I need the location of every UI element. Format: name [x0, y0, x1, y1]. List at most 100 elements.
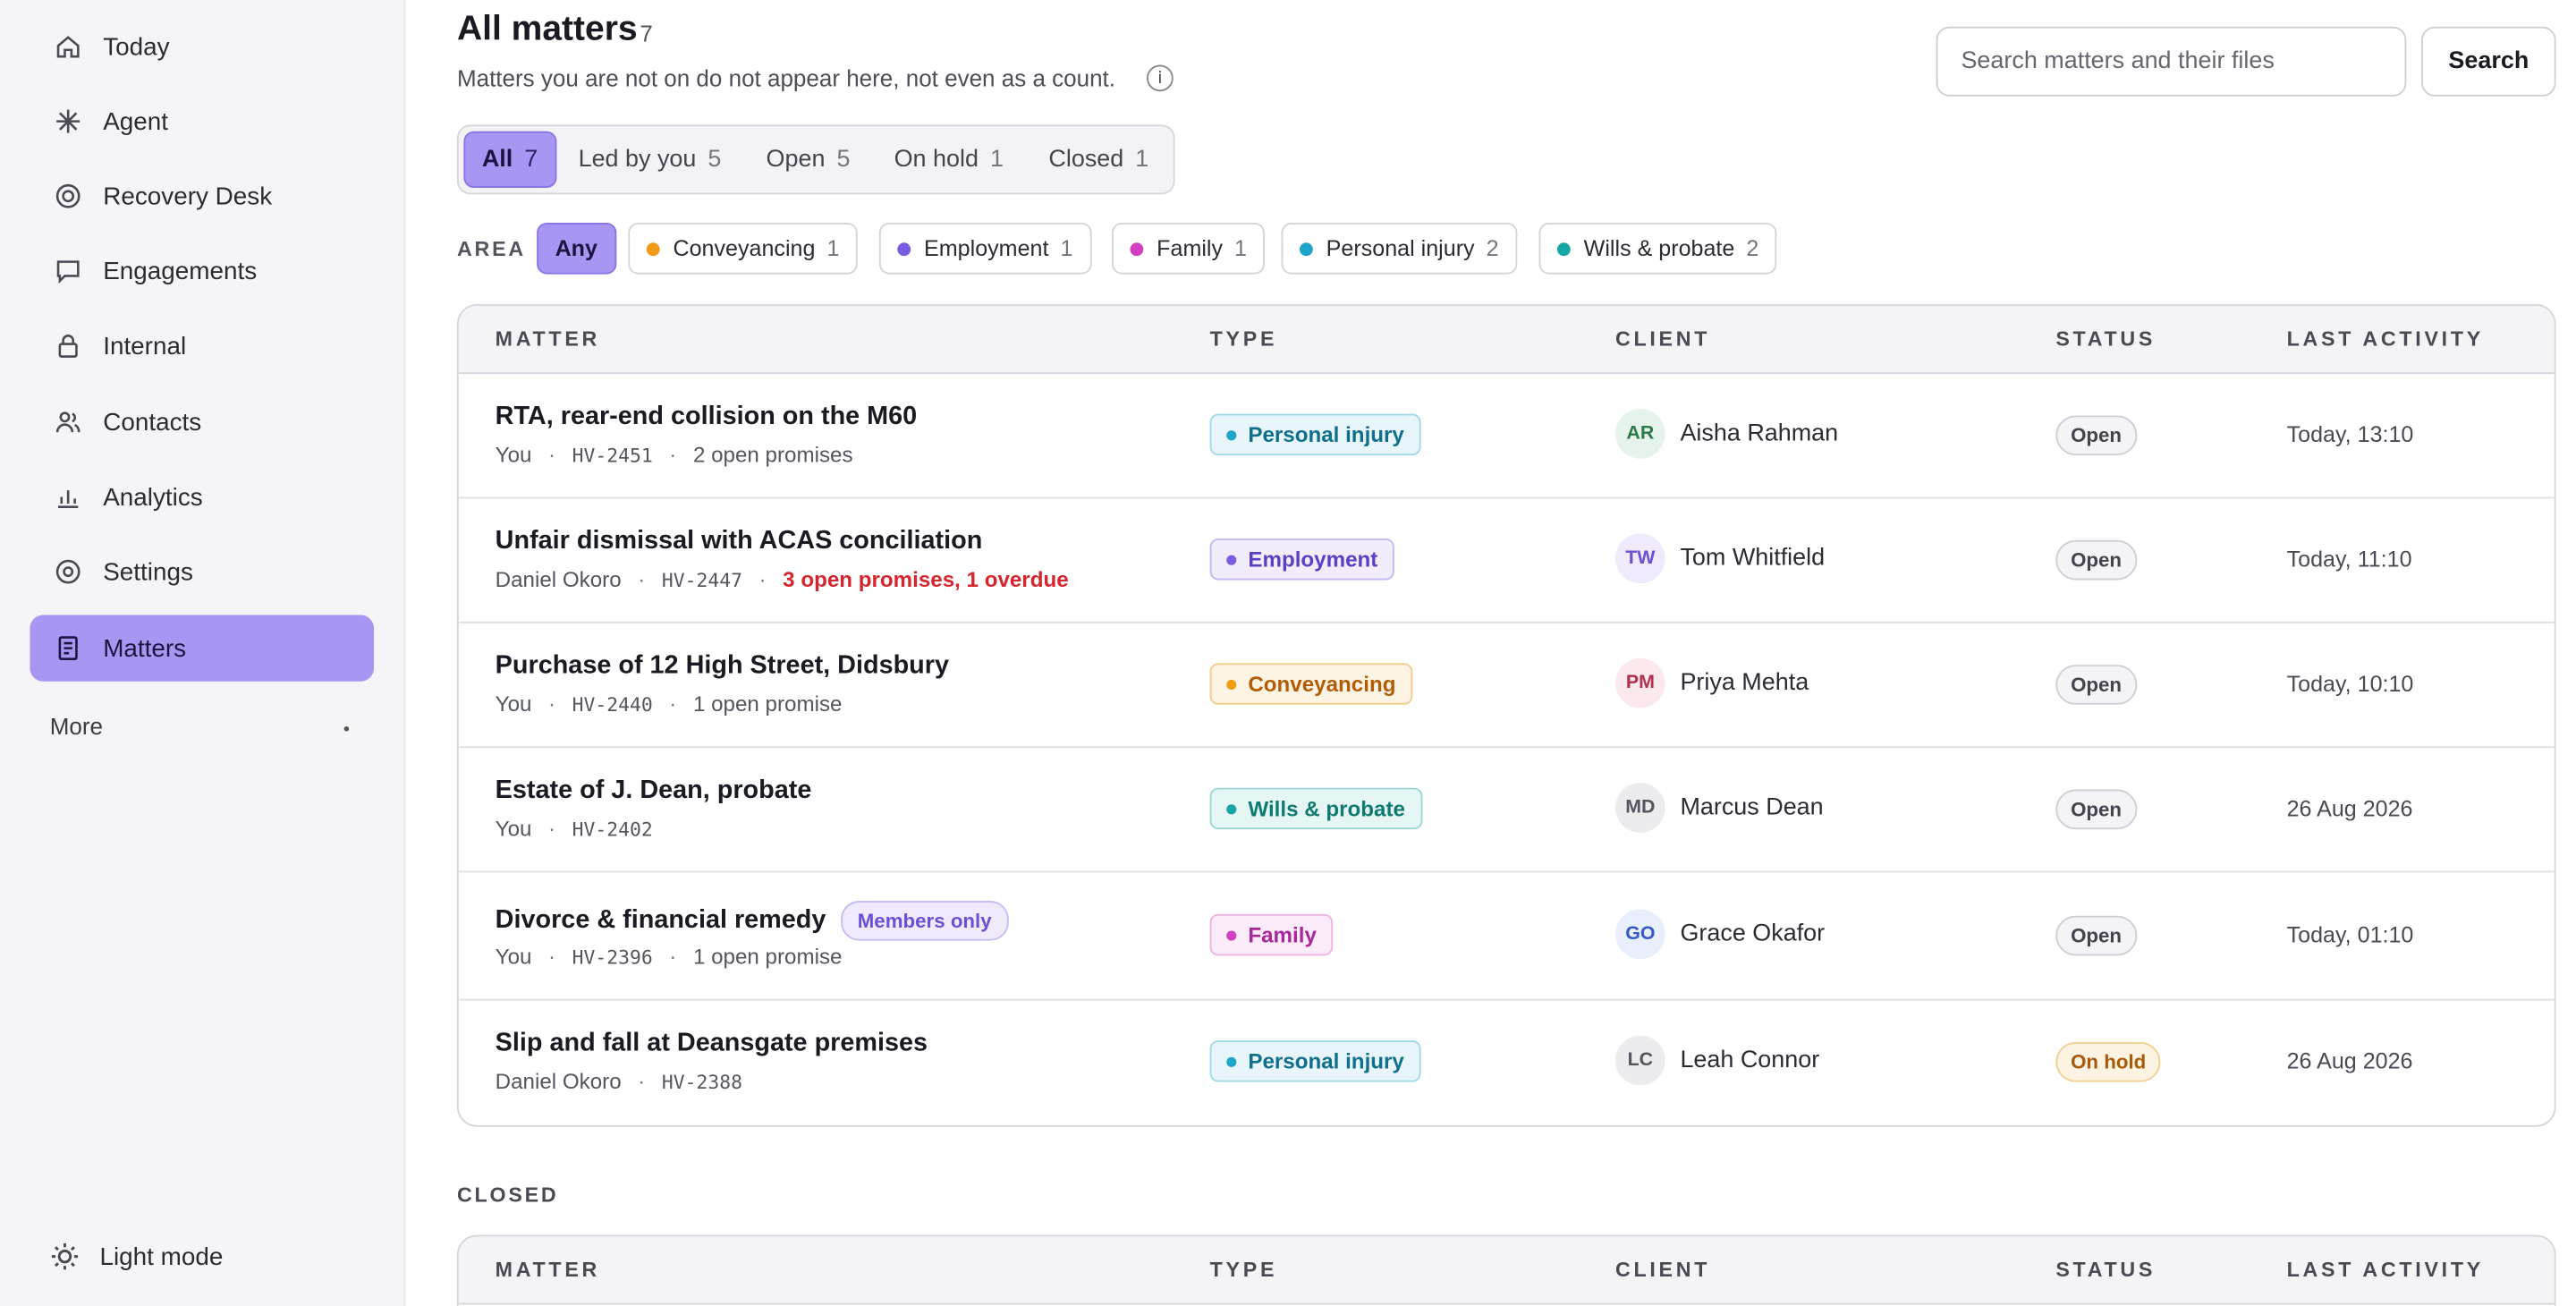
- avatar: TW: [1614, 533, 1665, 584]
- matter-title[interactable]: Unfair dismissal with ACAS conciliation: [496, 527, 983, 556]
- members-only-badge: Members only: [841, 901, 1009, 941]
- sidebar-item-contacts[interactable]: Contacts: [30, 389, 374, 455]
- chip-label: Family: [1157, 235, 1224, 261]
- sidebar-item-analytics[interactable]: Analytics: [30, 463, 374, 530]
- matter-meta: Daniel Okoro · HV-2388: [495, 1068, 742, 1094]
- area-chip-any[interactable]: Any: [537, 222, 616, 275]
- table-row[interactable]: Divorce & financial remedy Members only …: [458, 872, 2555, 1001]
- area-color-dot-icon: [897, 242, 911, 256]
- matter-code: HV-2451: [572, 443, 653, 467]
- chip-count: 1: [1234, 235, 1247, 261]
- type-badge: Employment: [1209, 538, 1394, 581]
- type-badge: Personal injury: [1209, 413, 1421, 456]
- table-row[interactable]: Estate of J. Dean, probate You · HV-2402 W…: [458, 748, 2555, 873]
- matter-lead: Daniel Okoro: [495, 1068, 622, 1094]
- area-filter-label: AREA: [456, 237, 526, 261]
- tab-closed[interactable]: Closed 1: [1032, 131, 1165, 188]
- home-icon: [53, 31, 82, 61]
- type-badge: Family: [1209, 913, 1334, 956]
- client-name[interactable]: Tom Whitfield: [1680, 545, 1825, 572]
- search-button[interactable]: Search: [2421, 26, 2556, 97]
- area-chip-conveyancing[interactable]: Conveyancing 1: [628, 222, 858, 275]
- sidebar-item-agent[interactable]: Agent: [30, 88, 374, 154]
- area-chip-employment[interactable]: Employment 1: [878, 222, 1091, 275]
- table-row[interactable]: RTA, rear-end collision on the M60 You · H…: [458, 374, 2555, 499]
- sidebar-item-matters[interactable]: Matters: [30, 615, 375, 682]
- area-chip-personal-injury[interactable]: Personal injury 2: [1281, 222, 1518, 275]
- area-chip-wills-probate[interactable]: Wills & probate 2: [1538, 222, 1777, 275]
- tab-label: Led by you: [578, 146, 697, 174]
- matter-code: HV-2440: [572, 691, 653, 716]
- matter-lead: You: [495, 944, 532, 970]
- area-color-dot-icon: [1130, 242, 1144, 256]
- table-header: MATTER TYPE CLIENT STATUS LAST ACTIVITY: [458, 1236, 2555, 1305]
- type-badge: Personal injury: [1209, 1040, 1421, 1082]
- matter-meta: You · HV-2440 · 1 open promise: [495, 691, 843, 717]
- table-row[interactable]: Slip and fall at Deansgate premises Dani…: [459, 1001, 2555, 1125]
- matter-title[interactable]: RTA, rear-end collision on the M60: [496, 403, 918, 432]
- status-badge: On hold: [2055, 1041, 2162, 1082]
- matter-title-text[interactable]: Divorce & financial remedy: [496, 906, 826, 936]
- matter-lead: You: [495, 816, 532, 842]
- column-header-client[interactable]: CLIENT: [1615, 327, 1710, 351]
- app-root: Today Agent Recovery Desk Engagements In…: [0, 0, 2576, 1306]
- column-header-status[interactable]: STATUS: [2055, 1259, 2156, 1282]
- tab-open[interactable]: Open 5: [750, 131, 867, 188]
- column-header-matter[interactable]: MATTER: [496, 327, 600, 351]
- light-mode-toggle[interactable]: Light mode: [50, 1242, 224, 1271]
- column-header-last-activity[interactable]: LAST ACTIVITY: [2287, 1259, 2484, 1282]
- matter-title[interactable]: Purchase of 12 High Street, Didsbury: [496, 651, 949, 681]
- closed-section-label: CLOSED: [456, 1183, 559, 1207]
- column-header-type[interactable]: TYPE: [1210, 1259, 1278, 1282]
- sidebar-item-label: Engagements: [103, 257, 258, 285]
- tab-on-hold[interactable]: On hold 1: [877, 131, 1021, 188]
- chip-count: 1: [1060, 235, 1073, 261]
- light-mode-label: Light mode: [99, 1242, 224, 1271]
- column-header-client[interactable]: CLIENT: [1615, 1259, 1710, 1282]
- matter-title[interactable]: Slip and fall at Deansgate premises: [496, 1029, 928, 1058]
- area-color-dot-icon: [1556, 242, 1571, 256]
- column-header-status[interactable]: STATUS: [2055, 327, 2156, 351]
- avatar: PM: [1614, 657, 1665, 708]
- client-name[interactable]: Leah Connor: [1680, 1047, 1819, 1074]
- info-icon[interactable]: i: [1147, 64, 1174, 92]
- client-name[interactable]: Priya Mehta: [1680, 670, 1809, 697]
- client-name[interactable]: Marcus Dean: [1680, 794, 1823, 821]
- table-row[interactable]: Unfair dismissal with ACAS conciliation …: [458, 498, 2555, 623]
- search-input[interactable]: [1936, 26, 2407, 97]
- sidebar-item-internal[interactable]: Internal: [30, 312, 374, 378]
- matter-meta: You · HV-2396 · 1 open promise: [495, 944, 843, 970]
- tab-all[interactable]: All 7: [463, 131, 556, 188]
- people-icon: [53, 407, 82, 437]
- column-header-type[interactable]: TYPE: [1210, 327, 1278, 351]
- tab-label: On hold: [894, 146, 979, 174]
- matter-lead: Daniel Okoro: [495, 566, 622, 592]
- sidebar-item-label: Analytics: [103, 482, 203, 512]
- sidebar-item-settings[interactable]: Settings: [30, 539, 374, 605]
- matter-code: HV-2388: [661, 1069, 742, 1093]
- column-header-matter[interactable]: MATTER: [496, 1259, 600, 1282]
- sidebar-item-recovery-desk[interactable]: Recovery Desk: [30, 163, 374, 229]
- sidebar-item-engagements[interactable]: Engagements: [30, 238, 374, 304]
- table-row[interactable]: Purchase of 12 High Street, Didsbury You…: [458, 623, 2555, 749]
- last-activity: Today, 11:10: [2286, 547, 2412, 572]
- matter-meta: You · HV-2402: [495, 816, 653, 842]
- client-name[interactable]: Grace Okafor: [1680, 920, 1825, 947]
- tab-led-by-you[interactable]: Led by you 5: [562, 131, 738, 188]
- chip-label: Conveyancing: [673, 235, 816, 261]
- column-header-last-activity[interactable]: LAST ACTIVITY: [2287, 327, 2484, 351]
- matter-title[interactable]: Estate of J. Dean, probate: [496, 776, 812, 806]
- sidebar-item-today[interactable]: Today: [30, 13, 374, 80]
- chip-label: Employment: [924, 235, 1049, 261]
- sun-icon: [50, 1242, 80, 1271]
- area-chip-family[interactable]: Family 1: [1112, 222, 1266, 275]
- more-toggle[interactable]: More: [50, 713, 103, 740]
- matter-code: HV-2396: [572, 945, 653, 969]
- client-name[interactable]: Aisha Rahman: [1680, 420, 1838, 447]
- matter-code: HV-2447: [661, 567, 742, 591]
- sidebar-item-label: Today: [103, 32, 170, 61]
- status-badge: Open: [2055, 915, 2137, 956]
- matters-count: 7: [640, 20, 653, 47]
- chip-count: 2: [1486, 235, 1499, 261]
- matter-promises: 1 open promise: [692, 691, 843, 717]
